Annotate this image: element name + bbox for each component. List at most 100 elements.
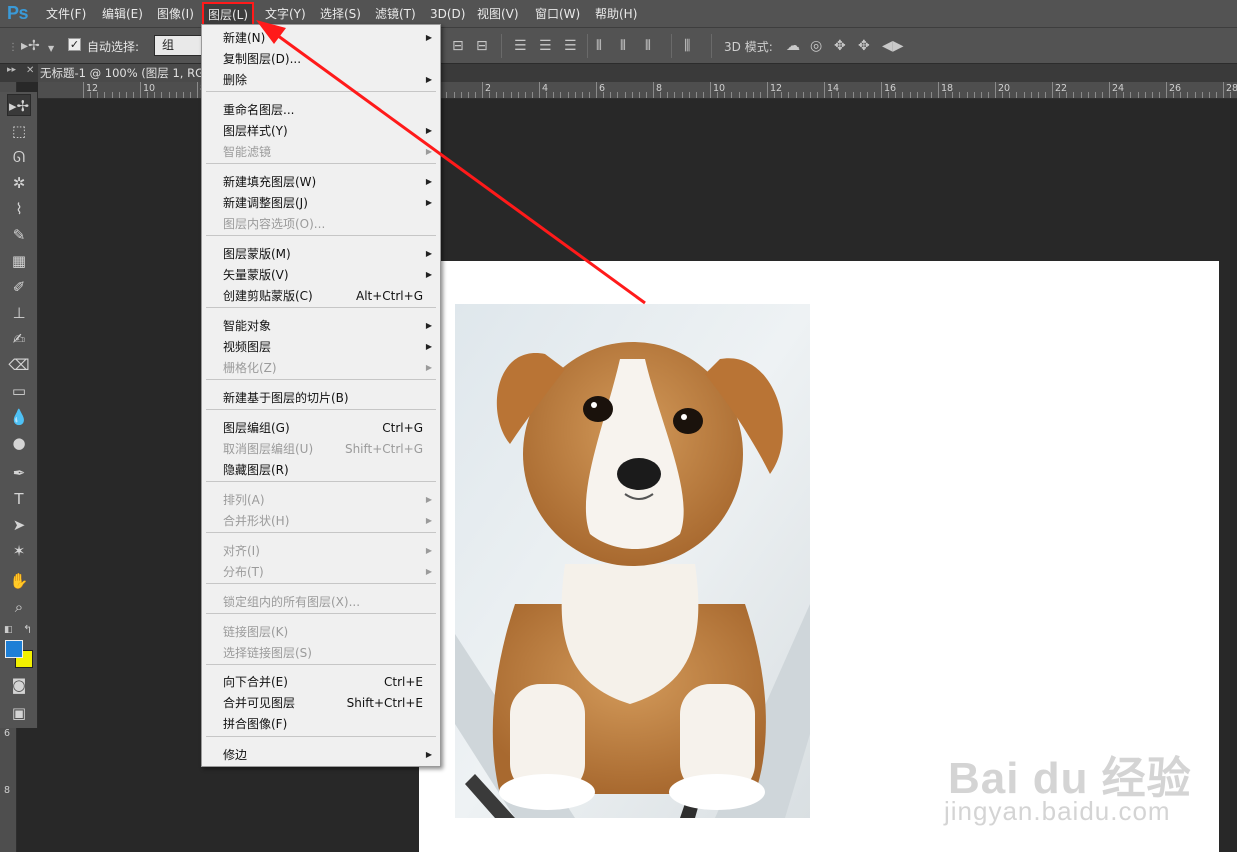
type-tool-icon[interactable]: T [7, 488, 31, 510]
eraser-tool-icon[interactable]: ⌫ [7, 354, 31, 376]
menu-item[interactable]: 新建(N) ▶ [202, 28, 440, 48]
ruler-tick [774, 92, 776, 98]
shape-tool-icon[interactable]: ✶ [7, 540, 31, 562]
menu-item[interactable]: 创建剪贴蒙版(C) Alt+Ctrl+G [202, 286, 440, 306]
distribute-vcenter-icon[interactable]: ☰ [539, 37, 552, 55]
menu-layer[interactable]: 图层(L) [202, 2, 255, 26]
menu-bar: Ps 文件(F) 编辑(E) 图像(I) 图层(L) 文字(Y) 选择(S) 滤… [0, 0, 1237, 28]
close-icon[interactable]: ✕ [26, 65, 34, 76]
collapse-panels-icon[interactable]: ▸▸ [7, 65, 16, 75]
ruler-tick [1052, 82, 1053, 98]
ruler-tick [118, 92, 120, 98]
menu-item[interactable]: 修边 ▶ [202, 745, 440, 765]
menu-item-label: 链接图层(K) [223, 625, 289, 639]
history-brush-tool-icon[interactable]: ✍ [7, 328, 31, 350]
document-tab[interactable]: 无标题-1 @ 100% (图层 1, RGB/8) * [38, 64, 218, 82]
3d-scale-icon[interactable]: ◀▶ [882, 37, 904, 55]
menu-item[interactable]: 新建填充图层(W) ▶ [202, 172, 440, 192]
menu-item[interactable]: 合并可见图层 Shift+Ctrl+E [202, 693, 440, 713]
move-tool-preset-icon[interactable]: ▸✢ [21, 37, 40, 55]
foreground-color-swatch[interactable] [5, 640, 23, 658]
menu-item[interactable]: 隐藏图层(R) [202, 460, 440, 480]
submenu-arrow-icon: ▶ [425, 147, 432, 156]
3d-roll-icon[interactable]: ◎ [810, 37, 822, 55]
menu-separator [206, 235, 436, 236]
hand-tool-icon[interactable]: ✋ [7, 570, 31, 592]
align-top-icon[interactable]: ⊟ [452, 37, 464, 55]
distribute-left-icon[interactable]: ⫴ [596, 37, 602, 55]
menu-item[interactable]: 新建调整图层(J) ▶ [202, 193, 440, 213]
menu-file[interactable]: 文件(F) [46, 6, 86, 23]
menu-edit[interactable]: 编辑(E) [102, 6, 143, 23]
path-selection-tool-icon[interactable]: ➤ [7, 514, 31, 536]
healing-brush-tool-icon[interactable]: ▦ [7, 250, 31, 272]
menu-item[interactable]: 复制图层(D)... [202, 49, 440, 69]
marquee-tool-icon[interactable]: ⬚ [7, 120, 31, 142]
align-bottom-icon[interactable]: ⊟ [476, 37, 488, 55]
ruler-tick [524, 92, 526, 98]
quick-mask-icon[interactable]: ◙ [7, 674, 31, 696]
menu-item[interactable]: 矢量蒙版(V) ▶ [202, 265, 440, 285]
menu-item-label: 隐藏图层(R) [223, 463, 289, 477]
menu-item-label: 图层蒙版(M) [223, 247, 291, 261]
magic-wand-tool-icon[interactable]: ✲ [7, 172, 31, 194]
brush-tool-icon[interactable]: ✐ [7, 276, 31, 298]
ruler-tick [881, 82, 882, 98]
menu-item[interactable]: 图层样式(Y) ▶ [202, 121, 440, 141]
distribute-bottom-icon[interactable]: ☰ [564, 37, 577, 55]
menu-select[interactable]: 选择(S) [320, 6, 361, 23]
3d-rotate-icon[interactable]: ☁ [786, 37, 800, 55]
menu-item-label: 图层内容选项(O)... [223, 217, 326, 231]
menu-window[interactable]: 窗口(W) [535, 6, 580, 23]
ruler-tick [446, 92, 448, 98]
distribute-right-icon[interactable]: ⫴ [645, 37, 651, 55]
menu-image[interactable]: 图像(I) [157, 6, 194, 23]
autoselect-checkbox[interactable]: ✓ [68, 38, 81, 51]
zoom-tool-icon[interactable]: ⌕ [7, 596, 31, 618]
distribute-top-icon[interactable]: ☰ [514, 37, 527, 55]
menu-item[interactable]: 图层编组(G) Ctrl+G [202, 418, 440, 438]
menu-item[interactable]: 图层蒙版(M) ▶ [202, 244, 440, 264]
menu-view[interactable]: 视图(V) [477, 6, 519, 23]
pen-tool-icon[interactable]: ✒ [7, 462, 31, 484]
layer-menu-dropdown: 新建(N) ▶ 复制图层(D)... 删除 ▶ 重命名图层... 图层样式(Y) ▶ 智能滤镜 ▶… [201, 24, 441, 767]
gradient-tool-icon[interactable]: ▭ [7, 380, 31, 402]
blur-tool-icon[interactable]: 💧 [7, 406, 31, 428]
crop-tool-icon[interactable]: ⌇ [7, 198, 31, 220]
ruler-tick [624, 92, 626, 98]
ruler-tick [503, 92, 505, 98]
ruler-tick [1037, 92, 1039, 98]
menu-item[interactable]: 智能对象 ▶ [202, 316, 440, 336]
menu-3d[interactable]: 3D(D) [430, 6, 465, 23]
autoselect-target-select[interactable]: 组 [154, 35, 206, 56]
distribute-hcenter-icon[interactable]: ⫴ [620, 37, 626, 55]
ruler-tick [567, 92, 569, 98]
lasso-tool-icon[interactable]: ᘏ [7, 146, 31, 168]
clone-stamp-tool-icon[interactable]: ⊥ [7, 302, 31, 324]
3d-slide-icon[interactable]: ✥ [858, 37, 870, 55]
menu-item[interactable]: 视频图层 ▶ [202, 337, 440, 357]
menu-item[interactable]: 新建基于图层的切片(B) [202, 388, 440, 408]
menu-help[interactable]: 帮助(H) [595, 6, 637, 23]
ruler-tick [574, 92, 576, 98]
move-tool-icon[interactable]: ▸✢ [7, 94, 31, 116]
screen-mode-icon[interactable]: ▣ [7, 702, 31, 724]
swap-colors-icon[interactable]: ↰ [23, 623, 32, 636]
default-colors-icon[interactable]: ◧ [4, 625, 13, 635]
ruler-tick [980, 92, 982, 98]
menu-item[interactable]: 拼合图像(F) [202, 714, 440, 734]
ruler-tick [759, 92, 761, 98]
eyedropper-tool-icon[interactable]: ✎ [7, 224, 31, 246]
menu-type[interactable]: 文字(Y) [265, 6, 306, 23]
3d-pan-icon[interactable]: ✥ [834, 37, 846, 55]
ruler-tick [816, 92, 818, 98]
auto-align-icon[interactable]: ⫼ [684, 37, 690, 55]
ruler-tick [688, 92, 690, 98]
dodge-tool-icon[interactable]: ● [7, 432, 31, 454]
menu-item[interactable]: 向下合并(E) Ctrl+E [202, 672, 440, 692]
menu-item[interactable]: 删除 ▶ [202, 70, 440, 90]
menu-item[interactable]: 重命名图层... [202, 100, 440, 120]
chevron-down-icon[interactable]: ▼ [48, 40, 54, 58]
menu-filter[interactable]: 滤镜(T) [375, 6, 416, 23]
photoshop-logo: Ps [7, 3, 29, 23]
